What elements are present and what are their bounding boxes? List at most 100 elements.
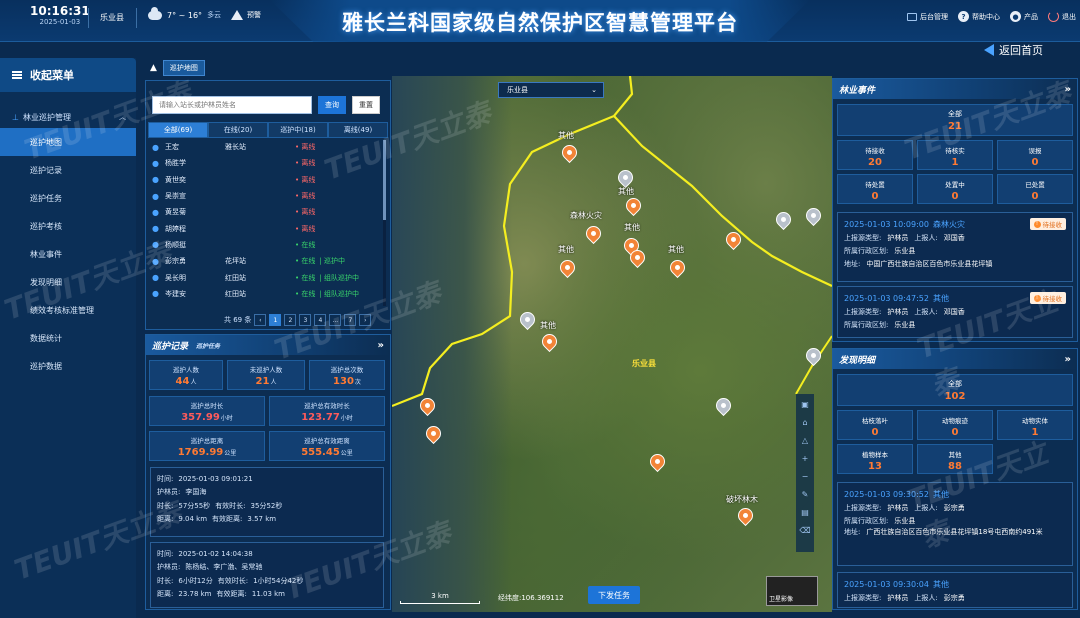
stat-cell[interactable]: 植物样本 13 <box>837 444 913 474</box>
expand-icon[interactable]: » <box>1065 354 1071 365</box>
record-label: 护林员: <box>157 488 181 497</box>
patrol-record-card[interactable]: 时间: 2025-01-02 14:04:38 护林员: 陈杨结、李广渤、吴常驰 时… <box>150 542 384 608</box>
sidebar-item-kpi-standards[interactable]: 绩效考核标准管理 <box>0 296 136 324</box>
tab-patrolling[interactable]: 巡护中(18) <box>268 122 328 138</box>
map-pin-label: 其他 <box>668 245 684 254</box>
expand-icon[interactable]: » <box>378 340 384 351</box>
stat-value: 20 <box>868 157 882 168</box>
field-label: 上报人: <box>914 593 938 602</box>
finding-card[interactable]: 2025-01-03 09:30:04 其他 上报源类型: 护林员 上报人: 彭宗勇 <box>837 572 1073 608</box>
draw-icon[interactable]: ✎ <box>802 490 809 499</box>
sidebar-item-statistics[interactable]: 数据统计 <box>0 324 136 352</box>
basemap-switcher[interactable]: 卫星影像 <box>766 576 818 606</box>
table-row[interactable]: ● 岑建安 红田站 • 在线 | 组队巡护中 <box>148 286 386 302</box>
table-row[interactable]: ● 杨顺挺 • 在线 <box>148 237 386 253</box>
print-icon[interactable]: ▤ <box>801 508 809 517</box>
finding-card[interactable]: 2025-01-03 09:30:52 其他 上报源类型: 护林员 上报人: 彭宗勇 所… <box>837 482 1073 566</box>
tab-all[interactable]: 全部(69) <box>148 122 208 138</box>
pagination-ellipsis[interactable]: ... <box>329 314 342 326</box>
nav-group-patrol[interactable]: ⊥ 林业巡护管理 ︿ <box>0 106 136 128</box>
pagination-page[interactable]: 4 <box>314 314 327 326</box>
reset-button[interactable]: 重置 <box>352 96 380 114</box>
events-status-grid: 待接收 20 待核实 1 误报 0 待处置 0 处置中 0 已处置 0 <box>837 140 1073 204</box>
table-row[interactable]: ● 胡婷程 • 离线 <box>148 220 386 236</box>
home-icon[interactable]: ⌂ <box>802 418 807 427</box>
table-row[interactable]: ● 杨胜学 • 离线 <box>148 155 386 171</box>
map-scale-label: 3 km <box>431 592 449 600</box>
stat-cell[interactable]: 待接收 20 <box>837 140 913 170</box>
patrol-task-tab[interactable]: 巡护任务 <box>196 341 220 350</box>
delete-icon[interactable]: ⌫ <box>799 526 810 535</box>
divider <box>136 8 137 28</box>
patrol-record-card[interactable]: 时间: 2025-01-03 09:01:21 护林员: 李国海 时长: 57分55秒… <box>150 467 384 537</box>
home-icon[interactable]: ▲ <box>150 63 157 73</box>
findings-all-stat[interactable]: 全部 102 <box>837 374 1073 406</box>
ranger-station: 红田站 <box>225 273 246 282</box>
district-select[interactable]: 乐业县 ⌄ <box>498 82 604 98</box>
location-label: 乐业县 <box>100 13 124 22</box>
person-icon: ● <box>152 142 159 152</box>
warning-button[interactable]: 预警 <box>231 10 261 20</box>
table-row[interactable]: ● 黄世奕 • 离线 <box>148 172 386 188</box>
expand-icon[interactable]: » <box>1065 84 1071 95</box>
chevron-down-icon: ⌄ <box>591 86 597 94</box>
events-title: 林业事件 <box>839 85 876 96</box>
pagination-page[interactable]: 2 <box>284 314 297 326</box>
event-card[interactable]: 2025-01-03 09:47:52 其他 ! 待接收 上报源类型: 护林员 上报人:… <box>837 286 1073 338</box>
sidebar-item-forestry-events[interactable]: 林业事件 <box>0 240 136 268</box>
measure-icon[interactable]: △ <box>802 436 808 445</box>
patrol-map[interactable]: 乐业县 ⌄ 其他 其他 森林火灾 其他 其他 其他 其他 破坏林木 乐业县 ▣ … <box>392 76 832 612</box>
ranger-search-input[interactable] <box>152 96 312 114</box>
sidebar-item-patrol-map[interactable]: 巡护地图 <box>0 128 136 156</box>
stat-cell[interactable]: 待核实 1 <box>917 140 993 170</box>
ranger-name: 黄昱菊 <box>165 208 186 217</box>
collapse-menu-button[interactable]: 收起菜单 <box>0 58 136 92</box>
table-row[interactable]: ● 黄昱菊 • 离线 <box>148 204 386 220</box>
scrollbar-thumb[interactable] <box>383 140 386 220</box>
admin-link[interactable]: 后台管理 <box>907 12 948 22</box>
sidebar-item-patrol-assessment[interactable]: 巡护考核 <box>0 212 136 240</box>
table-row[interactable]: ● 吴长明 红田站 • 在线 | 组队巡护中 <box>148 269 386 285</box>
events-all-stat[interactable]: 全部 21 <box>837 104 1073 136</box>
sidebar-item-findings[interactable]: 发现明细 <box>0 268 136 296</box>
stat-value: 1 <box>951 157 959 168</box>
pagination-next[interactable]: › <box>359 314 372 326</box>
sidebar-item-patrol-records[interactable]: 巡护记录 <box>0 156 136 184</box>
dispatch-task-button[interactable]: 下发任务 <box>588 586 640 604</box>
stat-cell[interactable]: 处置中 0 <box>917 174 993 204</box>
user-menu[interactable]: ● 产品 <box>1010 11 1038 22</box>
pagination-page[interactable]: 3 <box>299 314 312 326</box>
zoom-out-icon[interactable]: − <box>802 472 809 481</box>
tab-online[interactable]: 在线(20) <box>208 122 268 138</box>
table-row[interactable]: ● 王宏 雅长站 • 离线 <box>148 139 386 155</box>
logout-button[interactable]: 退出 <box>1048 11 1076 22</box>
stat-cell[interactable]: 误报 0 <box>997 140 1073 170</box>
breadcrumb-tab-patrol-map[interactable]: 巡护地图 <box>162 60 205 76</box>
sidebar-item-patrol-tasks[interactable]: 巡护任务 <box>0 184 136 212</box>
layers-icon[interactable]: ▣ <box>801 400 809 409</box>
event-card[interactable]: 2025-01-03 10:09:00 森林火灾 ! 待接收 上报源类型: 护林员 上报… <box>837 212 1073 282</box>
ranger-list-scrollbar[interactable] <box>383 140 386 306</box>
tab-offline[interactable]: 离线(49) <box>328 122 388 138</box>
table-row[interactable]: ● 吴崇宣 • 离线 <box>148 188 386 204</box>
table-row[interactable]: ● 彭宗勇 花坪站 • 在线 | 巡护中 <box>148 253 386 269</box>
ranger-list: ● 王宏 雅长站 • 离线 ● 杨胜学 • 离线 ● 黄世奕 • 离线 ● 吴崇宣 • 离线 ● 黄昱菊 • … <box>148 139 386 302</box>
stat-cell[interactable]: 待处置 0 <box>837 174 913 204</box>
top-bar: 10:16:31 2025-01-03 乐业县 7° ~ 16° 多云 预警 雅… <box>0 0 1080 42</box>
stat-cell[interactable]: 动物痕迹 0 <box>917 410 993 440</box>
stat-cell[interactable]: 枯枝落叶 0 <box>837 410 913 440</box>
sidebar-item-patrol-data[interactable]: 巡护数据 <box>0 352 136 380</box>
query-button[interactable]: 查询 <box>318 96 346 114</box>
zoom-in-icon[interactable]: + <box>802 454 809 463</box>
stat-label: 处置中 <box>945 181 965 189</box>
help-link[interactable]: ? 帮助中心 <box>958 11 1000 22</box>
ranger-name: 岑建安 <box>165 289 186 298</box>
power-icon <box>1048 11 1059 22</box>
pagination-page[interactable]: 7 <box>344 314 357 326</box>
return-home-button[interactable]: 返回首页 <box>984 42 1043 58</box>
stat-cell[interactable]: 已处置 0 <box>997 174 1073 204</box>
pagination-page[interactable]: 1 <box>269 314 282 326</box>
pagination-prev[interactable]: ‹ <box>254 314 267 326</box>
stat-cell[interactable]: 动物实体 1 <box>997 410 1073 440</box>
stat-cell[interactable]: 其他 88 <box>917 444 993 474</box>
